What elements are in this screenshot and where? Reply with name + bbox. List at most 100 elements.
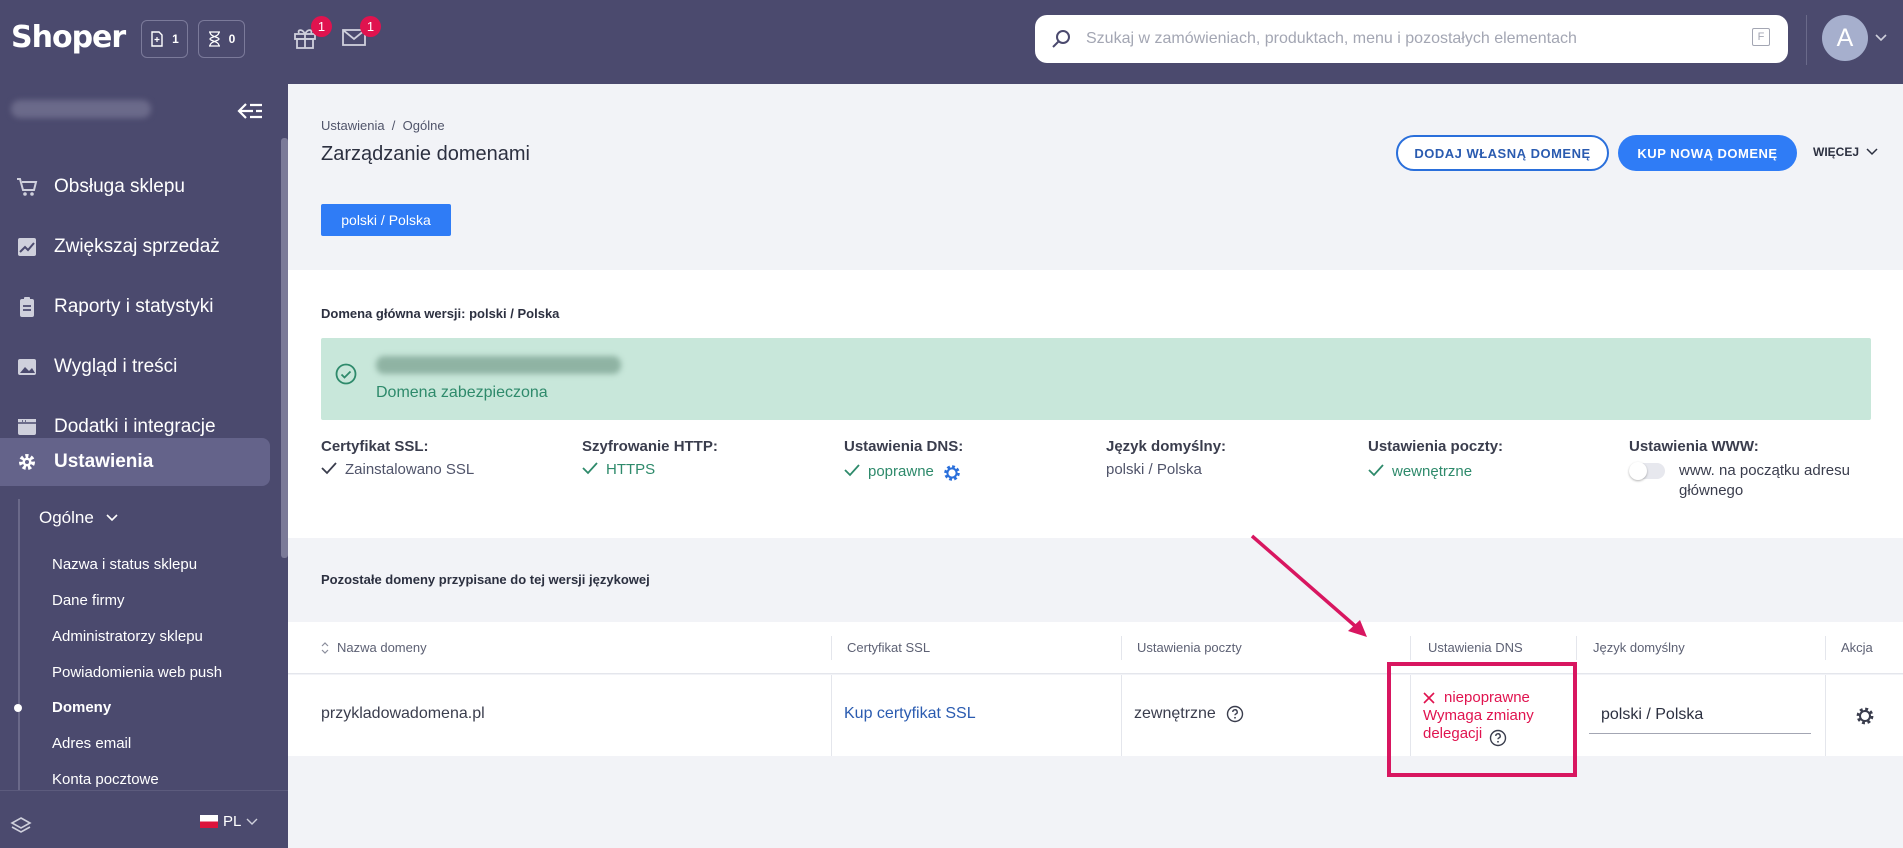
- cart-icon: [17, 178, 38, 196]
- chevron-down-icon: [246, 818, 258, 825]
- sub-item-powiadomienia[interactable]: Powiadomienia web push: [52, 664, 222, 681]
- sub-item-dane-firmy[interactable]: Dane firmy: [52, 592, 125, 609]
- shoper-logo[interactable]: Shoper: [11, 20, 126, 55]
- th-action: Akcja: [1841, 640, 1873, 655]
- language-switcher[interactable]: PL: [200, 813, 258, 830]
- column-divider: [831, 675, 832, 756]
- ssl-value: Zainstalowano SSL: [345, 461, 475, 478]
- orders-counter[interactable]: 1: [141, 20, 188, 58]
- mail-label: Ustawienia poczty:: [1368, 438, 1504, 455]
- ssl-label: Certyfikat SSL:: [321, 438, 429, 455]
- annotation-arrow: [1250, 534, 1367, 637]
- mail-cell: zewnętrzne: [1134, 705, 1244, 723]
- submenu-ogolne[interactable]: Ogólne: [39, 508, 118, 528]
- submenu-line: [18, 499, 20, 839]
- www-value: www. na początku adresu głównego: [1679, 462, 1850, 499]
- search-icon: [1052, 30, 1070, 48]
- secured-status: Domena zabezpieczona: [376, 384, 548, 401]
- domains-table-header: Nazwa domeny Certyfikat SSL Ustawienia p…: [288, 622, 1903, 674]
- column-divider: [831, 636, 832, 660]
- lang-value: polski / Polska: [1106, 461, 1202, 478]
- nav-label: Ustawienia: [54, 451, 154, 472]
- domain-name-cell: przykladowadomena.pl: [321, 705, 485, 722]
- collapse-sidebar-icon[interactable]: [236, 100, 264, 122]
- sidebar-scrollbar[interactable]: [281, 138, 288, 558]
- nav-label: Zwiększaj sprzedaż: [54, 236, 220, 257]
- column-divider: [1576, 636, 1577, 660]
- language-version-tab[interactable]: polski / Polska: [321, 204, 451, 236]
- user-avatar[interactable]: A: [1822, 15, 1868, 61]
- layers-icon[interactable]: [10, 815, 32, 837]
- chart-icon: [18, 238, 36, 256]
- main-content: Ustawienia / Ogólne Zarządzanie domenami…: [288, 84, 1903, 848]
- nav-label: Dodatki i integracje: [54, 416, 216, 437]
- nav-item-obsluga-sklepu[interactable]: Obsługa sklepu: [0, 162, 270, 212]
- sub-item-domeny[interactable]: Domeny: [52, 699, 111, 716]
- help-icon[interactable]: [1226, 705, 1244, 723]
- search-input[interactable]: [1086, 27, 1726, 51]
- language-code: PL: [223, 813, 242, 830]
- gear-icon: [19, 454, 35, 470]
- table-row: przykladowadomena.pl Kup certyfikat SSL …: [288, 675, 1903, 756]
- check-icon: [582, 462, 598, 475]
- column-divider: [1410, 636, 1411, 660]
- th-mail: Ustawienia poczty: [1137, 640, 1242, 655]
- dns-label: Ustawienia DNS:: [844, 438, 964, 455]
- more-dropdown[interactable]: WIĘCEJ: [1813, 145, 1878, 159]
- sub-item-adres-email[interactable]: Adres email: [52, 735, 131, 752]
- default-language-select[interactable]: polski / Polska: [1589, 706, 1811, 734]
- check-icon: [1368, 464, 1384, 477]
- check-circle-icon: [335, 363, 357, 385]
- settings-gear-icon[interactable]: [1854, 705, 1876, 727]
- nav-item-wyglad[interactable]: Wygląd i treści: [0, 342, 270, 392]
- pending-count: 0: [228, 32, 236, 46]
- sort-icon[interactable]: [321, 642, 329, 654]
- th-domain-name[interactable]: Nazwa domeny: [337, 640, 427, 655]
- column-divider: [1825, 675, 1826, 756]
- sidebar: Obsługa sklepu Zwiększaj sprzedaż Raport…: [0, 84, 288, 848]
- breadcrumb[interactable]: Ustawienia / Ogólne: [321, 118, 445, 133]
- messages-badge: 1: [360, 16, 381, 37]
- http-value: HTTPS: [606, 461, 656, 478]
- th-ssl: Certyfikat SSL: [847, 640, 931, 655]
- image-icon: [18, 359, 36, 375]
- gifts-button[interactable]: 1: [292, 16, 332, 54]
- add-own-domain-button[interactable]: DODAJ WŁASNĄ DOMENĘ: [1396, 135, 1609, 171]
- nav-label: Obsługa sklepu: [54, 176, 185, 197]
- gifts-badge: 1: [311, 16, 332, 37]
- buy-new-domain-button[interactable]: KUP NOWĄ DOMENĘ: [1618, 135, 1797, 171]
- mail-value: wewnętrzne: [1392, 463, 1473, 480]
- buy-ssl-link[interactable]: Kup certyfikat SSL: [844, 705, 976, 723]
- chevron-down-icon: [106, 514, 118, 522]
- search-bar: F: [1035, 15, 1788, 63]
- submenu-head-label: Ogólne: [39, 508, 94, 527]
- www-toggle[interactable]: [1629, 462, 1665, 480]
- gear-icon[interactable]: [942, 463, 962, 483]
- pending-counter[interactable]: 0: [198, 20, 245, 58]
- check-icon: [844, 464, 860, 477]
- messages-button[interactable]: 1: [341, 16, 381, 54]
- column-divider: [1825, 636, 1826, 660]
- top-bar: Shoper 1 0 1 1 F A: [0, 0, 1903, 84]
- www-info: Ustawienia WWW: www. na początku adresu …: [1629, 438, 1859, 501]
- column-divider: [1121, 636, 1122, 660]
- chevron-down-icon[interactable]: [1875, 34, 1887, 42]
- hourglass-icon: [208, 31, 220, 47]
- mail-value: zewnętrzne: [1134, 705, 1216, 722]
- store-name-blurred: [11, 100, 151, 118]
- nav-item-zwiekszaj-sprzedaz[interactable]: Zwiększaj sprzedaż: [0, 222, 270, 272]
- sub-item-nazwa[interactable]: Nazwa i status sklepu: [52, 556, 197, 573]
- http-label: Szyfrowanie HTTP:: [582, 438, 718, 455]
- http-info: Szyfrowanie HTTP: HTTPS: [582, 438, 718, 478]
- sub-item-konta-pocztowe[interactable]: Konta pocztowe: [52, 771, 159, 788]
- secured-domain-banner: Domena zabezpieczona: [321, 338, 1871, 420]
- nav-item-raporty[interactable]: Raporty i statystyki: [0, 282, 270, 332]
- sub-item-administratorzy[interactable]: Administratorzy sklepu: [52, 628, 203, 645]
- active-indicator: [14, 704, 22, 712]
- nav-label: Raporty i statystyki: [54, 296, 214, 317]
- nav-item-ustawienia[interactable]: Ustawienia: [0, 438, 270, 486]
- search-shortcut-key: F: [1752, 28, 1770, 46]
- divider: [1806, 15, 1807, 65]
- dns-info: Ustawienia DNS: poprawne: [844, 438, 963, 483]
- document-icon: [151, 31, 163, 47]
